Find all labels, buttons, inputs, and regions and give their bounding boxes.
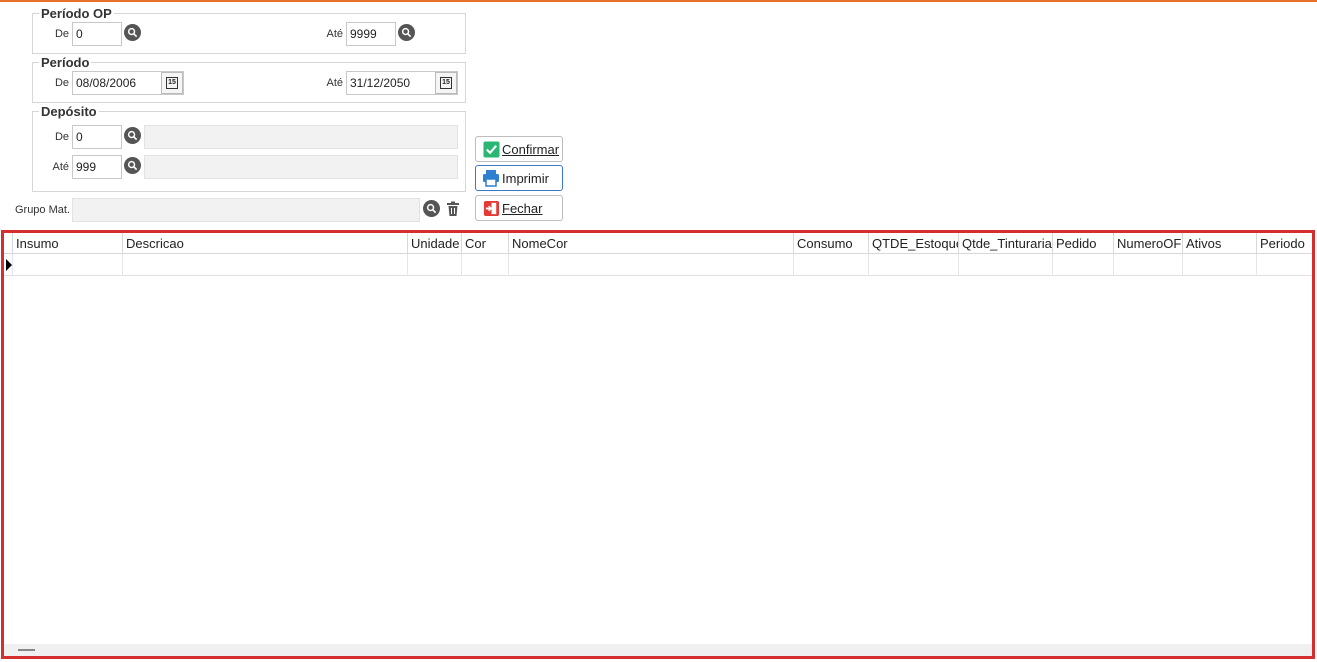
grid-cell[interactable] [461,254,509,276]
grupo-mat-input[interactable] [72,198,420,222]
column-header-qtde-estoque[interactable]: QTDE_Estoque [868,233,959,254]
grid-cell[interactable] [1113,254,1183,276]
column-header-insumo[interactable]: Insumo [12,233,123,254]
grupo-mat-label: Grupo Mat. [14,204,70,216]
check-icon [482,140,500,158]
column-header-qtde-tinturaria[interactable]: Qtde_Tinturaria [958,233,1053,254]
grid-cell[interactable] [508,254,794,276]
deposito-ate-input[interactable] [72,155,122,179]
search-icon[interactable] [124,157,141,174]
printer-icon [482,169,500,187]
grid-cell[interactable] [407,254,462,276]
column-header-nomecor[interactable]: NomeCor [508,233,794,254]
periodo-op-legend: Período OP [39,6,114,21]
data-grid[interactable]: Insumo Descricao Unidade Cor NomeCor Con… [1,230,1315,659]
print-button[interactable]: Imprimir [475,165,563,191]
periodo-de-label: De [54,77,69,89]
deposito-group: Depósito [32,104,466,192]
deposito-ate-label: Até [52,161,69,173]
grid-cell[interactable] [958,254,1053,276]
column-header-consumo[interactable]: Consumo [793,233,869,254]
grid-header: Insumo Descricao Unidade Cor NomeCor Con… [4,233,1312,254]
calendar-icon[interactable]: 15 [435,72,457,94]
grid-footer [4,644,1312,656]
deposito-de-input[interactable] [72,125,122,149]
confirm-button[interactable]: Confirmar [475,136,563,162]
resize-grip-icon[interactable] [18,649,35,651]
periodo-op-ate-input[interactable] [346,22,396,46]
grid-cell[interactable] [122,254,408,276]
deposito-ate-description [144,155,458,179]
column-header-unidade[interactable]: Unidade [407,233,462,254]
column-header-ativos[interactable]: Ativos [1182,233,1257,254]
column-header-cor[interactable]: Cor [461,233,509,254]
periodo-legend: Período [39,55,92,70]
grid-cell[interactable] [793,254,869,276]
deposito-de-description [144,125,458,149]
periodo-op-de-label: De [54,28,69,40]
close-button[interactable]: Fechar [475,195,563,221]
exit-icon [482,199,500,217]
top-accent-bar [0,0,1317,2]
periodo-op-de-input[interactable] [72,22,122,46]
deposito-legend: Depósito [39,104,99,119]
periodo-ate-label: Até [326,77,343,89]
calendar-icon[interactable]: 15 [161,72,183,94]
search-icon[interactable] [398,24,415,41]
grid-cell[interactable] [1256,254,1312,276]
grid-cell[interactable] [12,254,123,276]
print-button-label: Imprimir [502,170,549,186]
search-icon[interactable] [124,24,141,41]
grid-cell[interactable] [868,254,959,276]
grid-cell[interactable] [1052,254,1114,276]
table-row[interactable] [4,254,1312,276]
grid-cell[interactable] [1182,254,1257,276]
column-header-pedido[interactable]: Pedido [1052,233,1114,254]
periodo-op-ate-label: Até [326,28,343,40]
deposito-de-label: De [54,131,69,143]
column-header-periodo[interactable]: Periodo [1256,233,1312,254]
column-header-descricao[interactable]: Descricao [122,233,408,254]
confirm-button-label: Confirmar [502,141,560,157]
trash-icon[interactable] [446,201,460,217]
search-icon[interactable] [124,127,141,144]
search-icon[interactable] [423,200,440,217]
close-button-label: Fechar [502,200,543,216]
column-header-numeroof[interactable]: NumeroOF [1113,233,1183,254]
